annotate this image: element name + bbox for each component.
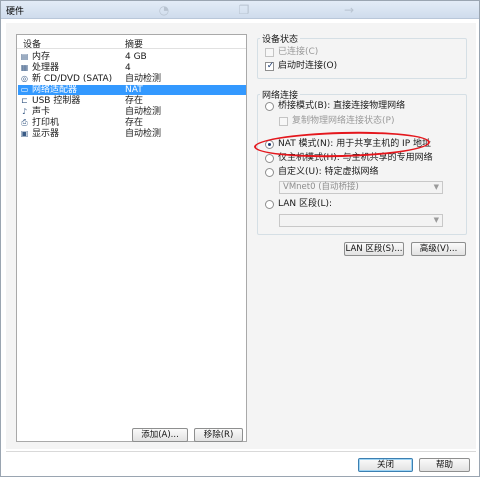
device-summary: 存在 [125,96,144,106]
footer-divider [6,451,476,452]
device-summary: NAT [125,85,143,95]
network-connection-title: 网络连接 [260,88,301,101]
help-button[interactable]: 帮助 [419,458,470,472]
device-name: 网络适配器 [32,85,78,95]
remove-device-button[interactable]: 移除(R) [194,428,243,442]
checkbox-label: 已连接(C) [278,47,319,57]
device-name: 声卡 [32,107,51,117]
close-button[interactable]: 关闭 [358,458,413,472]
radio-label: 自定义(U): 特定虚拟网络 [278,167,379,177]
checkbox-box [265,48,274,57]
device-name: 新 CD/DVD (SATA) [32,74,113,84]
toolbar-ghost-icon: ◔ [158,3,170,17]
chevron-down-icon: ▼ [433,216,439,224]
device-row-memory[interactable]: ▤ 内存 4 GB [18,52,246,62]
toolbar-ghost-arrow-icon: → [343,3,355,17]
chevron-down-icon: ▼ [433,183,439,191]
checkbox-label: 启动时连接(O) [278,61,338,71]
device-list[interactable]: 设备 摘要 ▤ 内存 4 GB ▦ 处理器 4 ◎ 新 CD/DVD (SATA… [16,34,247,442]
radio-circle [265,102,274,111]
device-name: 内存 [32,52,51,62]
radio-label: LAN 区段(L): [278,199,333,209]
device-status-title: 设备状态 [260,32,301,45]
device-summary: 4 GB [125,52,147,62]
hardware-dialog: 硬件 ◔ ❐ → 设备 摘要 ▤ 内存 4 GB ▦ 处理器 4 ◎ 新 CD/… [0,0,480,477]
radio-circle [265,200,274,209]
custom-network-select[interactable]: VMnet0 (自动桥接) ▼ [279,181,443,194]
display-icon: ▣ [20,129,29,138]
memory-icon: ▤ [20,52,29,61]
device-summary: 存在 [125,118,144,128]
select-value: VMnet0 (自动桥接) [283,182,359,192]
device-row-cd-dvd[interactable]: ◎ 新 CD/DVD (SATA) 自动检测 [18,74,246,84]
device-row-network-adapter[interactable]: ▭ 网络适配器 NAT [18,85,246,95]
device-row-usb[interactable]: ⊏ USB 控制器 存在 [18,96,246,106]
network-adapter-icon: ▭ [20,85,29,94]
device-summary: 自动检测 [125,129,162,139]
title-bar: 硬件 ◔ ❐ → [1,1,479,19]
radio-circle [265,168,274,177]
checkbox-box [279,117,288,126]
device-row-sound-card[interactable]: ♪ 声卡 自动检测 [18,107,246,117]
device-name: 处理器 [32,63,60,73]
cd-dvd-icon: ◎ [21,74,28,83]
radio-circle [265,154,274,163]
processor-icon: ▦ [20,63,29,72]
device-row-display[interactable]: ▣ 显示器 自动检测 [18,129,246,139]
device-list-header: 设备 摘要 [17,35,246,50]
column-header-device[interactable]: 设备 [23,37,41,50]
advanced-button[interactable]: 高级(V)... [411,242,466,256]
device-summary: 自动检测 [125,74,162,84]
lan-segment-select[interactable]: ▼ [279,214,443,227]
device-summary: 4 [125,63,131,73]
usb-icon: ⊏ [21,96,28,105]
device-row-processor[interactable]: ▦ 处理器 4 [18,63,246,73]
device-row-printer[interactable]: ⎙ 打印机 存在 [18,118,246,128]
device-name: USB 控制器 [32,96,81,106]
window-title: 硬件 [6,7,25,17]
add-device-button[interactable]: 添加(A)... [132,428,188,442]
lan-segments-button[interactable]: LAN 区段(S)... [344,242,404,256]
sound-card-icon: ♪ [21,107,28,116]
column-header-summary[interactable]: 摘要 [125,37,143,50]
toolbar-ghost-icon: ❐ [238,3,250,17]
device-name: 打印机 [32,118,60,128]
printer-icon: ⎙ [21,118,28,127]
device-name: 显示器 [32,129,60,139]
checkbox-box: ✓ [265,61,275,71]
checkbox-label: 复制物理网络连接状态(P) [292,116,395,126]
checkmark-icon: ✓ [266,61,275,71]
radio-label: 桥接模式(B): 直接连接物理网络 [278,101,406,111]
device-summary: 自动检测 [125,107,162,117]
